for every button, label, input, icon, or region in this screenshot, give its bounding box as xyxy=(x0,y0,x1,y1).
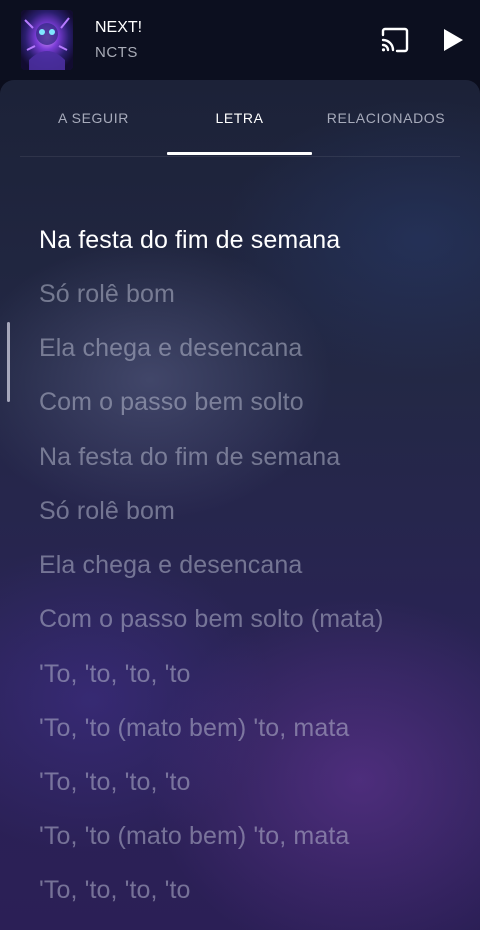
scrollbar[interactable] xyxy=(7,322,10,402)
lyric-line[interactable]: Com o passo bem solto (mata) xyxy=(39,605,384,634)
cast-button[interactable] xyxy=(378,24,412,56)
lyric-line[interactable]: Só rolê bom xyxy=(39,280,175,309)
tab-lyrics[interactable]: LETRA xyxy=(167,80,312,156)
play-button[interactable] xyxy=(438,24,468,56)
song-title: NEXT! xyxy=(95,19,143,36)
active-tab-indicator xyxy=(167,152,312,155)
tab-related[interactable]: RELACIONADOS xyxy=(312,80,460,156)
mini-player[interactable]: NEXT! NCTS xyxy=(0,0,480,80)
lyric-line[interactable]: 'To, 'to (mato bem) 'to, mata xyxy=(39,822,349,851)
cast-icon xyxy=(381,27,409,53)
lyric-line[interactable]: 'To, 'to, 'to, 'to xyxy=(39,660,191,689)
tab-bar: A SEGUIR LETRA RELACIONADOS xyxy=(20,80,460,157)
lyric-line[interactable]: Com o passo bem solto xyxy=(39,388,304,417)
lyric-line[interactable]: Ela chega e desencana xyxy=(39,334,302,363)
tab-up-next[interactable]: A SEGUIR xyxy=(20,80,167,156)
lyrics-sheet: A SEGUIR LETRA RELACIONADOS Na festa do … xyxy=(0,80,480,930)
lyric-line[interactable]: Na festa do fim de semana xyxy=(39,443,340,472)
play-icon xyxy=(444,29,463,51)
lyric-line[interactable]: 'To, 'to, 'to, 'to xyxy=(39,876,191,905)
album-art xyxy=(21,10,73,70)
lyric-line-current[interactable]: Na festa do fim de semana xyxy=(39,226,340,255)
lyric-line[interactable]: 'To, 'to (mato bem) 'to, mata xyxy=(39,714,349,743)
lyric-line[interactable]: Ela chega e desencana xyxy=(39,551,302,580)
song-artist: NCTS xyxy=(95,44,138,61)
lyric-line[interactable]: 'To, 'to, 'to, 'to xyxy=(39,768,191,797)
lyric-line[interactable]: Só rolê bom xyxy=(39,497,175,526)
